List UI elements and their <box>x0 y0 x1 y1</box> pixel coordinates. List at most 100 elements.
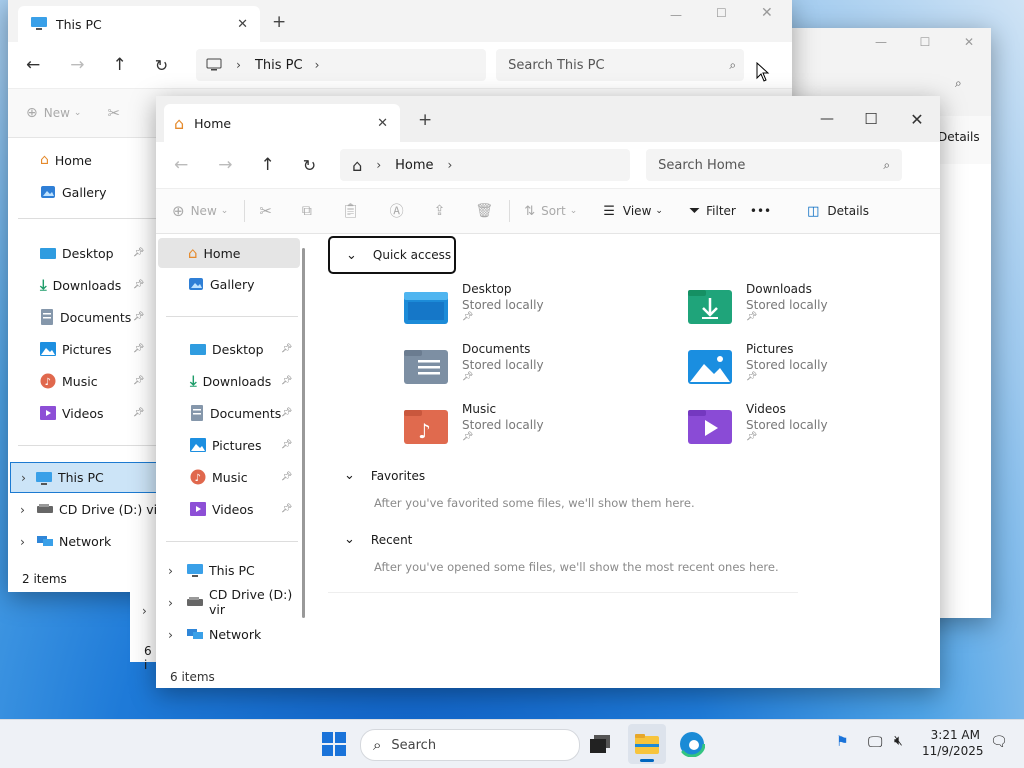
refresh-icon[interactable]: ↻ <box>303 156 316 175</box>
details-button[interactable]: ◫ Details <box>807 204 869 219</box>
favorites-header[interactable]: ⌄ Favorites <box>344 468 425 483</box>
new-tab-button[interactable]: + <box>272 12 286 32</box>
edge-browser-icon[interactable] <box>679 731 705 757</box>
taskbar-search-input[interactable]: Search <box>391 738 436 753</box>
minimize-button[interactable]: — <box>859 35 903 49</box>
meet-now-icon[interactable]: ⚑ <box>836 734 849 750</box>
task-view-icon[interactable] <box>590 735 610 753</box>
close-tab-icon[interactable]: ✕ <box>237 17 248 32</box>
taskbar-search-box[interactable]: ⌕ Search <box>360 729 580 761</box>
address-bar[interactable]: › This PC › <box>196 49 487 81</box>
forward-arrow-icon[interactable]: → <box>70 55 84 75</box>
back-arrow-icon[interactable]: ← <box>174 155 188 175</box>
command-bar: ⊕ New ⌄ ✂ ⧉ 📋︎ Ⓐ ⇪ 🗑︎ ⇅ Sort ⌄ ☰ View ⌄ … <box>156 188 940 234</box>
refresh-icon[interactable]: ↻ <box>155 56 168 75</box>
nav-item-cd-drive[interactable]: › CD Drive (D:) vir <box>156 586 306 618</box>
chevron-right-icon: › <box>376 158 382 172</box>
file-explorer-icon <box>635 734 659 754</box>
search-icon[interactable]: ⌕ <box>955 76 962 91</box>
minimize-button[interactable]: — <box>670 8 682 22</box>
nav-item-gallery[interactable]: Gallery <box>156 268 306 300</box>
nav-item-this-pc[interactable]: › This PC <box>156 554 306 586</box>
network-status-icon[interactable]: 🖵︎ <box>868 733 882 751</box>
forward-arrow-icon[interactable]: → <box>218 155 232 175</box>
quick-access-item-pictures[interactable]: Pictures Stored locally 📌︎ <box>688 342 828 384</box>
chevron-right-icon[interactable]: › <box>168 563 173 578</box>
search-icon[interactable]: ⌕ <box>729 58 736 73</box>
nav-item-downloads[interactable]: ⤓ Downloads 📌︎ <box>156 365 306 397</box>
address-segment[interactable]: Home <box>395 158 433 173</box>
pin-icon: 📌︎ <box>281 440 293 450</box>
tab-home[interactable]: ⌂ Home ✕ <box>164 104 400 142</box>
chevron-right-icon[interactable]: › <box>20 534 25 549</box>
rename-icon[interactable]: Ⓐ <box>390 201 404 221</box>
start-button[interactable] <box>322 732 346 756</box>
maximize-button[interactable]: ☐ <box>716 6 727 20</box>
nav-item-videos[interactable]: Videos 📌︎ <box>156 493 306 525</box>
paste-icon[interactable]: 📋︎ <box>342 203 360 219</box>
nav-item-network[interactable]: › Network <box>156 618 306 650</box>
close-button[interactable]: ✕ <box>761 5 773 21</box>
chevron-right-icon[interactable]: › <box>142 604 147 618</box>
nav-item-home[interactable]: ⌂ Home <box>158 238 300 268</box>
new-button[interactable]: ⊕ New ⌄ <box>172 202 228 220</box>
quick-access-item-documents[interactable]: Documents Stored locally 📌︎ <box>404 342 544 384</box>
more-options-button[interactable]: ••• <box>750 204 771 218</box>
chevron-right-icon[interactable]: › <box>21 470 26 485</box>
quick-access-item-desktop[interactable]: Desktop Stored locally 📌︎ <box>404 282 544 324</box>
quick-access-item-downloads[interactable]: Downloads Stored locally 📌︎ <box>688 282 828 324</box>
view-button[interactable]: ☰ View ⌄ <box>603 204 663 219</box>
file-explorer-taskbar-button[interactable] <box>628 724 666 764</box>
item-name: Documents <box>462 342 531 356</box>
chevron-right-icon[interactable]: › <box>168 595 173 610</box>
nav-label: Network <box>59 533 112 549</box>
minimize-button[interactable]: — <box>804 96 850 142</box>
search-input[interactable]: Search This PC <box>508 58 604 73</box>
notifications-icon[interactable]: 🗨︎ <box>990 734 1008 750</box>
search-box[interactable]: Search This PC ⌕ <box>496 49 745 81</box>
nav-scrollbar[interactable] <box>302 248 305 618</box>
cut-icon[interactable]: ✂ <box>107 104 120 122</box>
close-button[interactable]: ✕ <box>947 35 991 49</box>
search-icon[interactable]: ⌕ <box>883 158 890 173</box>
close-tab-icon[interactable]: ✕ <box>377 116 388 131</box>
address-segment[interactable]: This PC <box>255 58 303 73</box>
address-bar[interactable]: ⌂ › Home › <box>340 149 631 181</box>
new-icon[interactable]: ⊕ <box>26 105 38 121</box>
copy-icon[interactable]: ⧉ <box>302 203 312 219</box>
chevron-right-icon[interactable]: › <box>20 502 25 517</box>
maximize-button[interactable]: ☐ <box>903 35 947 49</box>
maximize-button[interactable]: ☐ <box>848 96 894 142</box>
filter-button[interactable]: ⏷ Filter <box>689 203 736 219</box>
chevron-down-icon: ⌄ <box>220 206 229 216</box>
nav-item-music[interactable]: ♪ Music 📌︎ <box>156 461 306 493</box>
new-tab-button[interactable]: + <box>418 110 432 130</box>
volume-muted-icon[interactable]: 🔇︎ <box>894 733 903 749</box>
new-button[interactable]: New <box>44 106 70 120</box>
quick-access-header[interactable]: ⌄ Quick access <box>328 236 456 274</box>
up-arrow-icon[interactable]: ↑ <box>261 155 275 175</box>
close-button[interactable]: ✕ <box>894 96 940 142</box>
tab-this-pc[interactable]: This PC ✕ <box>18 6 260 42</box>
svg-text:♪: ♪ <box>418 419 431 443</box>
search-box[interactable]: Search Home ⌕ <box>646 149 903 181</box>
cut-icon[interactable]: ✂ <box>259 202 272 220</box>
recent-header[interactable]: ⌄ Recent <box>344 532 412 547</box>
back-arrow-icon[interactable]: ← <box>26 55 40 75</box>
clock[interactable]: 3:21 AM 11/9/2025 <box>922 727 984 759</box>
sort-icon: ⇅ <box>524 203 536 219</box>
details-button[interactable]: Details <box>938 130 980 144</box>
delete-icon[interactable]: 🗑︎ <box>475 203 493 219</box>
search-input[interactable]: Search Home <box>658 158 745 173</box>
up-arrow-icon[interactable]: ↑ <box>113 55 127 75</box>
nav-item-desktop[interactable]: Desktop 📌︎ <box>156 333 306 365</box>
chevron-right-icon: › <box>236 58 241 72</box>
share-icon[interactable]: ⇪ <box>434 203 446 219</box>
sort-button[interactable]: ⇅ Sort ⌄ <box>524 204 577 219</box>
nav-item-pictures[interactable]: Pictures 📌︎ <box>156 429 306 461</box>
pin-icon: 📌︎ <box>281 408 293 418</box>
chevron-right-icon[interactable]: › <box>168 627 173 642</box>
quick-access-item-music[interactable]: ♪ Music Stored locally 📌︎ <box>404 402 544 444</box>
nav-item-documents[interactable]: Documents 📌︎ <box>156 397 306 429</box>
quick-access-item-videos[interactable]: Videos Stored locally 📌︎ <box>688 402 828 444</box>
